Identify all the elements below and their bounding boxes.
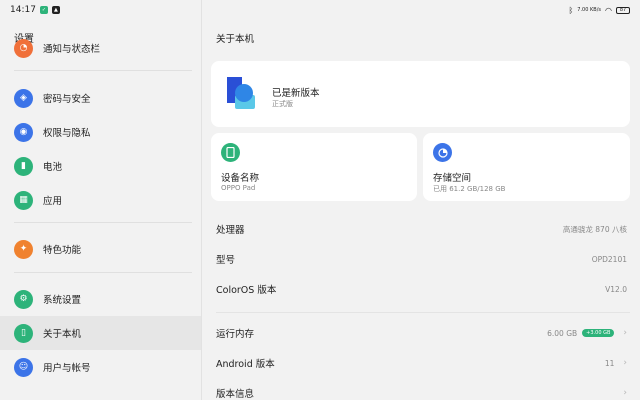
info-row-coloros: ColorOS 版本 V12.0 bbox=[203, 275, 640, 303]
row-label: 处理器 bbox=[216, 225, 245, 236]
android-version: 11 bbox=[604, 358, 615, 368]
divider bbox=[14, 70, 192, 71]
coloros-logo bbox=[227, 77, 255, 109]
sidebar-item-apps[interactable]: ▦ 应用 bbox=[0, 183, 201, 217]
tablet-icon bbox=[221, 143, 240, 162]
device-name-value: OPPO Pad bbox=[221, 184, 256, 192]
version-channel: 正式版 bbox=[272, 100, 293, 108]
notification-icon: ▲ bbox=[51, 6, 60, 14]
row-label: Android 版本 bbox=[216, 359, 275, 370]
sidebar-item-users[interactable]: ☺ 用户与帐号 bbox=[0, 350, 201, 384]
row-label: 版本信息 bbox=[216, 389, 255, 400]
sidebar-item-label: 权限与隐私 bbox=[43, 128, 91, 139]
gear-icon: ⚙ bbox=[14, 289, 33, 309]
sidebar-item-notifications[interactable]: ◔ 通知与状态栏 bbox=[0, 31, 201, 65]
divider bbox=[14, 272, 192, 273]
row-label: 运行内存 bbox=[216, 329, 255, 340]
storage-title: 存储空间 bbox=[433, 173, 472, 184]
chevron-right-icon: › bbox=[623, 388, 627, 398]
notification-icon: ✓ bbox=[39, 6, 48, 14]
chevron-right-icon: › bbox=[623, 358, 627, 368]
info-row-ram[interactable]: 运行内存 6.00 GB +3.00 GB › bbox=[203, 319, 640, 347]
row-value-group: 11 › bbox=[605, 358, 627, 368]
sidebar-item-label: 关于本机 bbox=[43, 329, 82, 340]
shield-icon: ◈ bbox=[14, 88, 33, 108]
row-value: OPD2101 bbox=[591, 254, 627, 264]
sidebar-item-label: 通知与状态栏 bbox=[43, 44, 101, 55]
phone-icon: ▯ bbox=[14, 323, 33, 343]
apps-icon: ▦ bbox=[14, 190, 33, 210]
row-value-group: 6.00 GB +3.00 GB › bbox=[547, 328, 627, 338]
star-icon: ✦ bbox=[14, 239, 33, 259]
row-value-group: › bbox=[619, 388, 627, 398]
sidebar-item-label: 系统设置 bbox=[43, 295, 82, 306]
info-row-model: 型号 OPD2101 bbox=[203, 245, 640, 273]
sidebar-item-privacy[interactable]: ◉ 权限与隐私 bbox=[0, 115, 201, 149]
version-card[interactable]: 已是新版本 正式版 bbox=[211, 61, 630, 127]
user-icon: ☺ bbox=[14, 357, 33, 377]
sidebar-item-label: 电池 bbox=[43, 162, 63, 173]
row-value: 高通骁龙 870 八核 bbox=[562, 224, 627, 234]
eye-icon: ◉ bbox=[14, 122, 33, 142]
info-row-processor: 处理器 高通骁龙 870 八核 bbox=[203, 215, 640, 243]
divider bbox=[14, 222, 192, 223]
ram-value: 6.00 GB bbox=[547, 328, 578, 338]
sidebar-item-about[interactable]: ▯ 关于本机 bbox=[0, 316, 201, 350]
status-bar: 14:17 ✓ ▲ ᛒ 7.00 KB/s ◠ 87 bbox=[0, 0, 640, 20]
sidebar-item-features[interactable]: ✦ 特色功能 bbox=[0, 232, 201, 266]
sidebar-item-label: 特色功能 bbox=[43, 245, 82, 256]
page-title: 关于本机 bbox=[216, 34, 255, 45]
sidebar-item-system[interactable]: ⚙ 系统设置 bbox=[0, 282, 201, 316]
version-status: 已是新版本 bbox=[272, 88, 320, 99]
ram-expansion-badge: +3.00 GB bbox=[582, 329, 615, 337]
sidebar-item-label: 应用 bbox=[43, 196, 63, 207]
bluetooth-icon: ᛒ bbox=[568, 5, 574, 15]
sidebar-item-security[interactable]: ◈ 密码与安全 bbox=[0, 81, 201, 115]
status-time: 14:17 bbox=[10, 5, 36, 15]
wifi-icon: ◠ bbox=[605, 5, 612, 15]
row-value: V12.0 bbox=[605, 284, 627, 294]
storage-card[interactable]: 存储空间 已用 61.2 GB/128 GB bbox=[423, 133, 630, 201]
row-label: ColorOS 版本 bbox=[216, 285, 277, 296]
sidebar-item-label: 密码与安全 bbox=[43, 94, 91, 105]
bell-icon: ◔ bbox=[14, 38, 33, 58]
info-row-android[interactable]: Android 版本 11 › bbox=[203, 349, 640, 377]
sidebar-item-battery[interactable]: ▮ 电池 bbox=[0, 149, 201, 183]
device-name-card[interactable]: 设备名称 OPPO Pad bbox=[211, 133, 417, 201]
info-row-version-info[interactable]: 版本信息 › bbox=[203, 379, 640, 400]
battery-icon: ▮ bbox=[14, 156, 33, 176]
divider bbox=[216, 312, 630, 313]
battery-icon: 87 bbox=[616, 6, 630, 14]
settings-sidebar: 设置 ◔ 通知与状态栏 ◈ 密码与安全 ◉ 权限与隐私 ▮ 电池 ▦ 应用 ✦ … bbox=[0, 0, 202, 400]
row-label: 型号 bbox=[216, 255, 236, 266]
chevron-right-icon: › bbox=[623, 328, 627, 338]
status-right: ᛒ 7.00 KB/s ◠ 87 bbox=[568, 6, 630, 15]
device-name-title: 设备名称 bbox=[221, 173, 260, 184]
net-speed: 7.00 KB/s bbox=[577, 7, 602, 13]
about-panel: 关于本机 已是新版本 正式版 设备名称 OPPO Pad 存储空间 已用 61.… bbox=[203, 0, 640, 400]
storage-value: 已用 61.2 GB/128 GB bbox=[433, 185, 506, 193]
sidebar-item-label: 用户与帐号 bbox=[43, 363, 91, 374]
status-left: 14:17 ✓ ▲ bbox=[10, 5, 60, 15]
pie-chart-icon bbox=[433, 143, 452, 162]
